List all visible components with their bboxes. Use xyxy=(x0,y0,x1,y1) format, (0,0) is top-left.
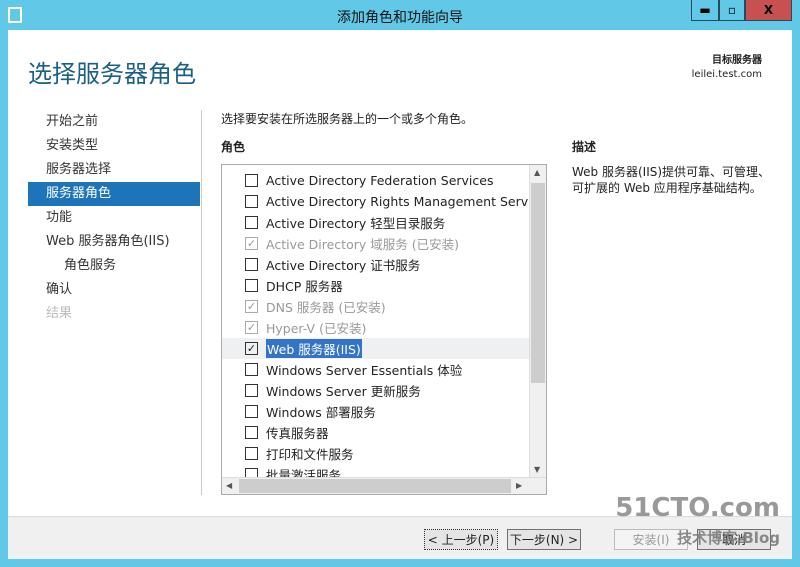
nav-item: 结果 xyxy=(46,306,73,321)
role-description: Web 服务器(IIS)提供可靠、可管理、可扩展的 Web 应用程序基础结构。 xyxy=(572,165,771,195)
target-server-label: 目标服务器 xyxy=(712,55,762,66)
minimize-button[interactable]: ▬ xyxy=(691,0,719,21)
role-item: ✓ Active Directory 域服务 (已安装) xyxy=(222,233,546,254)
role-item[interactable]: Active Directory 证书服务 xyxy=(222,254,546,275)
role-checkbox: ✓ xyxy=(245,300,258,313)
role-label: Active Directory 域服务 (已安装) xyxy=(266,237,459,252)
role-label: Windows Server 更新服务 xyxy=(266,384,421,399)
watermark-logo: 51CTO.com xyxy=(615,493,780,523)
role-label: Windows 部署服务 xyxy=(266,405,376,420)
maximize-button[interactable]: ▫ xyxy=(719,0,745,21)
wizard-body: 选择服务器角色 目标服务器 leilei.test.com 开始之前 安装类型 服务… xyxy=(8,30,792,559)
role-checkbox[interactable] xyxy=(245,279,258,292)
role-checkbox[interactable] xyxy=(245,195,258,208)
nav-item[interactable]: 服务器选择 xyxy=(28,158,200,182)
role-checkbox[interactable] xyxy=(245,426,258,439)
role-label: Windows Server Essentials 体验 xyxy=(266,363,463,378)
role-label: DNS 服务器 (已安装) xyxy=(266,300,386,315)
role-item[interactable]: DHCP 服务器 xyxy=(222,275,546,296)
nav-item[interactable]: 确认 xyxy=(28,278,200,302)
instruction-text: 选择要安装在所选服务器上的一个或多个角色。 xyxy=(221,112,474,126)
role-checkbox[interactable] xyxy=(245,384,258,397)
window-title: 添加角色和功能向导 xyxy=(337,10,463,26)
nav-item[interactable]: 服务器角色 xyxy=(28,182,200,206)
scroll-up-icon[interactable]: ▲ xyxy=(534,168,540,177)
role-item[interactable]: 传真服务器 xyxy=(222,422,546,443)
role-checkbox[interactable] xyxy=(245,447,258,460)
role-label: Active Directory Rights Management Servi… xyxy=(266,194,547,209)
role-label: Hyper-V (已安装) xyxy=(266,321,367,336)
target-server-name: leilei.test.com xyxy=(691,69,762,80)
role-checkbox[interactable] xyxy=(245,174,258,187)
watermark-sub: 技术博客 Blog xyxy=(677,529,780,547)
role-checkbox: ✓ xyxy=(245,237,258,250)
role-label: Active Directory 证书服务 xyxy=(266,258,421,273)
nav-item[interactable]: Web 服务器角色(IIS) xyxy=(28,230,200,254)
role-label: Active Directory Federation Services xyxy=(266,173,494,188)
description-header: 描述 xyxy=(572,140,597,154)
horizontal-scroll-thumb[interactable] xyxy=(239,479,511,493)
role-label: 打印和文件服务 xyxy=(266,447,354,462)
nav-item[interactable]: 安装类型 xyxy=(28,134,200,158)
previous-button[interactable]: < 上一步(P) xyxy=(424,529,498,550)
scroll-down-icon[interactable]: ▼ xyxy=(534,465,540,474)
close-button[interactable]: X xyxy=(745,0,792,21)
role-checkbox[interactable] xyxy=(245,363,258,376)
roles-header: 角色 xyxy=(221,140,246,154)
role-item[interactable]: Active Directory 轻型目录服务 xyxy=(222,212,546,233)
wizard-nav: 开始之前 安装类型 服务器选择 服务器角色 功能 Web 服务器角色(IIS) 角色服务 确认… xyxy=(28,110,200,326)
vertical-scroll-thumb[interactable] xyxy=(531,183,545,383)
roles-list[interactable]: Active Directory Federation Services Acti… xyxy=(221,164,547,495)
horizontal-scrollbar[interactable]: ◀ ▶ xyxy=(222,477,546,494)
next-button[interactable]: 下一步(N) > xyxy=(507,529,581,550)
scroll-right-icon[interactable]: ▶ xyxy=(516,481,522,490)
role-item: ✓ Hyper-V (已安装) xyxy=(222,317,546,338)
role-checkbox[interactable] xyxy=(245,216,258,229)
role-checkbox[interactable] xyxy=(245,405,258,418)
role-checkbox[interactable] xyxy=(245,258,258,271)
title-bar: 添加角色和功能向导 ▬ ▫ X xyxy=(0,0,800,30)
nav-item[interactable]: 功能 xyxy=(28,206,200,230)
role-item[interactable]: Active Directory Rights Management Servi… xyxy=(222,191,546,212)
nav-item[interactable]: 角色服务 xyxy=(28,254,200,278)
role-item[interactable]: Windows 部署服务 xyxy=(222,401,546,422)
role-item: ✓ DNS 服务器 (已安装) xyxy=(222,296,546,317)
role-label: DHCP 服务器 xyxy=(266,279,343,294)
role-item[interactable]: ✓ Web 服务器(IIS) xyxy=(222,338,546,359)
nav-item[interactable]: 开始之前 xyxy=(28,110,200,134)
page-title: 选择服务器角色 xyxy=(28,60,196,88)
role-label: Web 服务器(IIS) xyxy=(266,339,362,358)
target-server: 目标服务器 leilei.test.com xyxy=(692,54,762,82)
role-item[interactable]: 打印和文件服务 xyxy=(222,443,546,464)
role-item[interactable]: Windows Server 更新服务 xyxy=(222,380,546,401)
vertical-scrollbar[interactable]: ▲ ▼ xyxy=(529,165,546,477)
role-label: Active Directory 轻型目录服务 xyxy=(266,216,446,231)
role-item[interactable]: Windows Server Essentials 体验 xyxy=(222,359,546,380)
role-item[interactable]: Active Directory Federation Services xyxy=(222,170,546,191)
divider xyxy=(201,110,202,495)
role-label: 传真服务器 xyxy=(266,426,329,441)
role-checkbox[interactable]: ✓ xyxy=(245,342,258,355)
role-checkbox: ✓ xyxy=(245,321,258,334)
scroll-left-icon[interactable]: ◀ xyxy=(226,481,232,490)
